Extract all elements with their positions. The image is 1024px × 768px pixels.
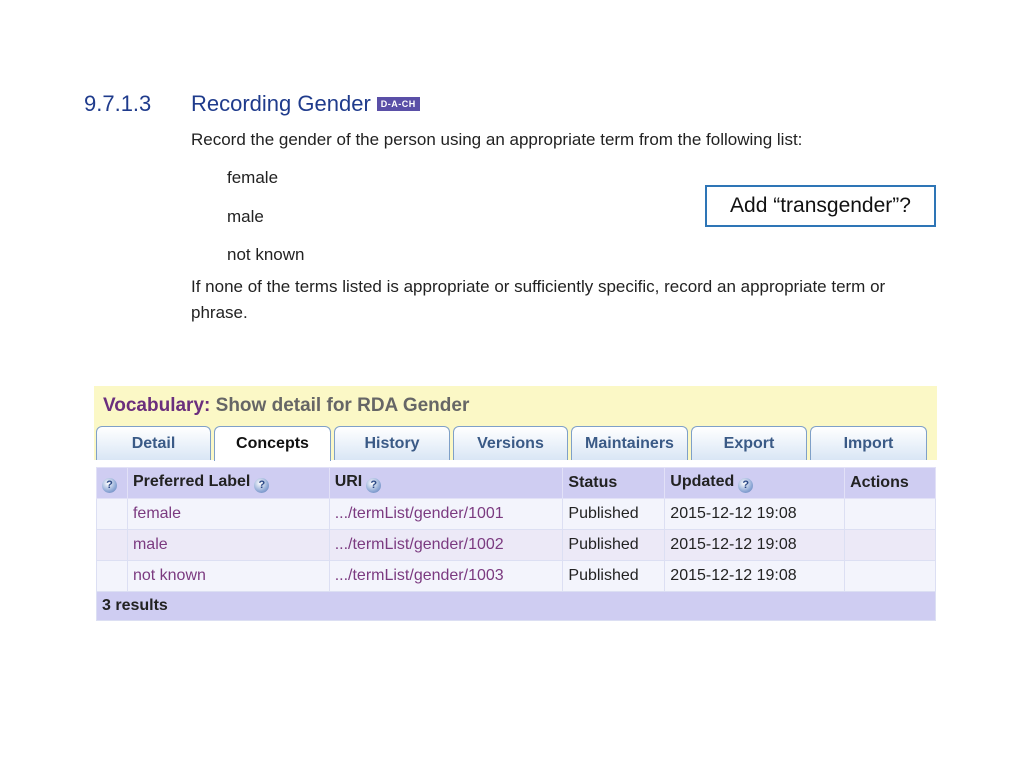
rule-fallback-line1: If none of the terms listed is appropria…: [191, 277, 886, 296]
rule-instruction: Record the gender of the person using an…: [191, 130, 803, 149]
select-column-header: ?: [96, 467, 128, 499]
concept-uri-link[interactable]: .../termList/gender/1001: [328, 498, 564, 530]
help-icon[interactable]: ?: [738, 478, 754, 493]
rule-title-text: Recording Gender: [191, 91, 371, 116]
callout-box: Add “transgender”?: [705, 185, 936, 227]
column-header-actions: Actions: [844, 467, 936, 499]
concept-status: Published: [562, 498, 666, 530]
concept-actions: [844, 560, 936, 592]
callout-text: Add “transgender”?: [730, 194, 911, 217]
tab-maintainers[interactable]: Maintainers: [571, 426, 688, 460]
row-select-cell: [96, 498, 128, 530]
concept-updated: 2015-12-12 19:08: [664, 560, 846, 592]
tab-export[interactable]: Export: [691, 426, 807, 460]
tab-history[interactable]: History: [334, 426, 450, 460]
results-count: 3 results: [96, 591, 936, 621]
dach-badge: D-A-CH: [376, 97, 420, 111]
concept-label-link[interactable]: female: [126, 498, 330, 530]
table-header-row: ? Preferred Label? URI? Status Updated? …: [96, 467, 936, 499]
concept-label-link[interactable]: male: [126, 529, 330, 561]
tab-versions[interactable]: Versions: [453, 426, 568, 460]
tab-import[interactable]: Import: [810, 426, 927, 460]
row-select-cell: [96, 529, 128, 561]
concept-actions: [844, 498, 936, 530]
rule-number: 9.7.1.3: [84, 91, 152, 116]
vocabulary-title-rest: Show detail for RDA Gender: [215, 395, 470, 416]
help-icon[interactable]: ?: [366, 478, 382, 493]
table-row: female .../termList/gender/1001 Publishe…: [96, 498, 936, 530]
column-label: URI: [334, 473, 363, 490]
table-row: not known .../termList/gender/1003 Publi…: [96, 560, 936, 592]
vocabulary-title: Vocabulary: Show detail for RDA Gender: [103, 395, 469, 417]
rule-term-male: male: [227, 207, 264, 226]
rule-title: Recording Gender D-A-CH: [191, 91, 420, 117]
row-select-cell: [96, 560, 128, 592]
column-header-preferred-label[interactable]: Preferred Label?: [126, 467, 330, 499]
rule-fallback-line2: phrase.: [191, 303, 248, 322]
rule-term-not-known: not known: [227, 245, 305, 264]
column-label: Preferred Label: [132, 473, 251, 490]
concept-actions: [844, 529, 936, 561]
concept-uri-link[interactable]: .../termList/gender/1002: [328, 529, 564, 561]
column-header-uri[interactable]: URI?: [328, 467, 564, 499]
concept-label-link[interactable]: not known: [126, 560, 330, 592]
tab-concepts[interactable]: Concepts: [214, 426, 331, 461]
concept-updated: 2015-12-12 19:08: [664, 529, 846, 561]
table-row: male .../termList/gender/1002 Published …: [96, 529, 936, 561]
concept-status: Published: [562, 560, 666, 592]
help-icon[interactable]: ?: [102, 478, 117, 493]
column-header-status[interactable]: Status: [562, 467, 666, 499]
column-header-updated[interactable]: Updated?: [664, 467, 846, 499]
tab-detail[interactable]: Detail: [96, 426, 211, 460]
vocabulary-header: Vocabulary: Show detail for RDA Gender D…: [94, 386, 937, 461]
vocabulary-title-lead: Vocabulary:: [103, 395, 211, 416]
concepts-table: ? Preferred Label? URI? Status Updated? …: [96, 467, 936, 621]
concept-status: Published: [562, 529, 666, 561]
concept-updated: 2015-12-12 19:08: [664, 498, 846, 530]
rule-term-female: female: [227, 168, 279, 187]
help-icon[interactable]: ?: [254, 478, 270, 493]
concept-uri-link[interactable]: .../termList/gender/1003: [328, 560, 564, 592]
column-label: Updated: [670, 473, 735, 490]
vocabulary-panel: Vocabulary: Show detail for RDA Gender D…: [94, 386, 937, 623]
results-footer-row: 3 results: [96, 591, 936, 621]
